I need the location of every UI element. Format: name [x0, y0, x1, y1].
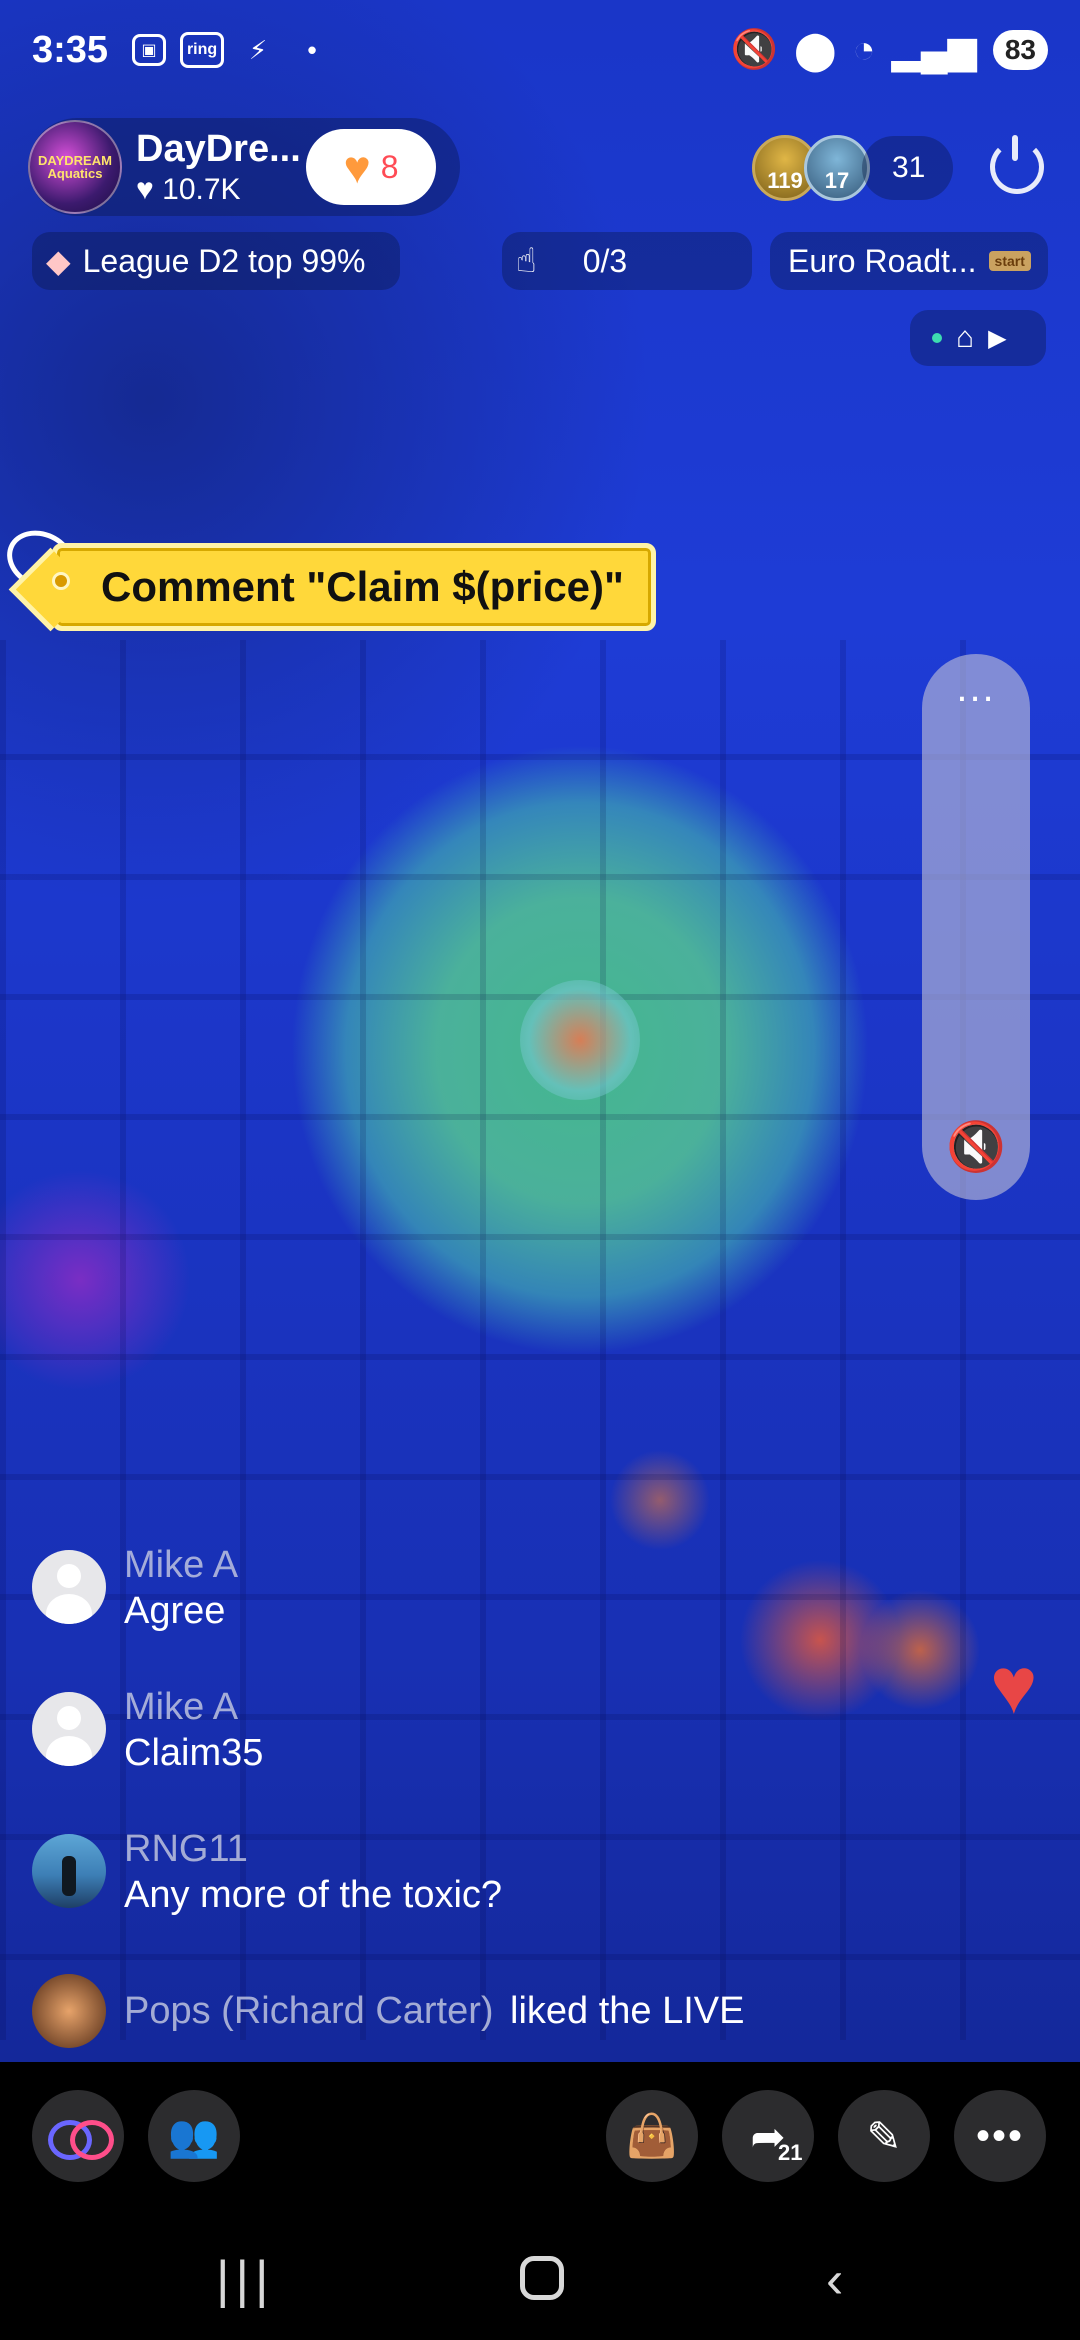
back-icon[interactable]: ‹: [826, 2250, 843, 2310]
mute-status-icon: 🔇: [730, 29, 778, 71]
screenshot-icon: ▣: [132, 34, 167, 66]
diamond-icon: ◆: [46, 243, 71, 279]
comment-body: Mike A Agree: [124, 1542, 238, 1634]
ring-icon: ring: [180, 32, 225, 68]
host-meta: DayDre... ♥ 10.7K: [136, 128, 306, 207]
comment-item[interactable]: RNG11 Any more of the toxic?: [32, 1826, 502, 1918]
comment-item[interactable]: Mike A Agree: [32, 1542, 238, 1634]
comment-body: Mike A Claim35: [124, 1684, 263, 1776]
host-name: DayDre...: [136, 127, 301, 170]
host-likes-row: ♥ 10.7K: [136, 173, 306, 207]
league-chip[interactable]: ◆ League D2 top 99%: [32, 232, 400, 290]
messenger-icon: ⚡: [248, 34, 268, 65]
goal-chip[interactable]: ☝ 0/3: [502, 232, 752, 290]
play-arrow-icon: ▶: [988, 324, 1007, 352]
activity-item[interactable]: Pops (Richard Carter) liked the LIVE: [32, 1974, 745, 2048]
start-sign-icon: start: [988, 251, 1031, 271]
comment-text: Claim35: [124, 1732, 264, 1774]
recents-icon[interactable]: |||: [216, 2250, 275, 2310]
house-icon: ⌂: [956, 321, 975, 354]
floating-heart-icon: ♥: [990, 1641, 1038, 1730]
live-dot-icon: [932, 333, 942, 343]
host-avatar[interactable]: DAYDREAM Aquatics: [28, 120, 122, 214]
viewer-count[interactable]: 31: [862, 136, 954, 200]
shop-button[interactable]: 👜: [606, 2090, 698, 2182]
status-time: 3:35: [32, 28, 109, 71]
share-count: 21: [778, 2140, 803, 2165]
gesture-icon: ☝: [516, 242, 537, 280]
comment-username[interactable]: Mike A: [124, 1684, 263, 1730]
heart-icon: ♥: [136, 172, 154, 206]
claim-tag-text: Comment "Claim $(price)": [101, 563, 624, 610]
people-icon: 👥: [167, 2111, 221, 2159]
goal-progress: 0/3: [582, 242, 628, 279]
signal-icon: ▂▄▆: [891, 29, 977, 72]
more-button[interactable]: •••: [954, 2090, 1046, 2182]
mute-icon[interactable]: 🔇: [946, 1116, 1006, 1176]
side-control-panel[interactable]: ... 🔇: [922, 654, 1030, 1200]
coral-center: [520, 980, 640, 1100]
league-label: League D2 top 99%: [82, 242, 366, 279]
host-info[interactable]: DAYDREAM Aquatics DayDre... ♥ 10.7K ♥ 8: [28, 118, 460, 216]
user-avatar[interactable]: [32, 1834, 106, 1908]
heart-icon: ♥: [343, 141, 371, 193]
tag-hole-icon: [52, 572, 70, 590]
battery-indicator: 83: [992, 30, 1048, 70]
more-icon: •••: [975, 2113, 1024, 2158]
dot-icon: •: [307, 34, 317, 65]
comment-text: Agree: [124, 1590, 226, 1632]
activity-body: Pops (Richard Carter) liked the LIVE: [124, 1988, 745, 2034]
user-avatar[interactable]: [32, 1974, 106, 2048]
comment-item[interactable]: Mike A Claim35: [32, 1684, 263, 1776]
magic-wand-icon: ✎: [866, 2112, 902, 2160]
comment-text: Any more of the toxic?: [124, 1874, 503, 1916]
link-icon: [48, 2116, 114, 2160]
euro-label: Euro Roadt...: [788, 242, 977, 279]
mini-panel-chip[interactable]: ⌂ ▶: [910, 310, 1046, 366]
link-button[interactable]: [32, 2090, 124, 2182]
follow-button[interactable]: ♥ 8: [306, 129, 436, 205]
location-icon: ⬤: [793, 29, 837, 72]
comment-username[interactable]: RNG11: [124, 1826, 502, 1872]
activity-username[interactable]: Pops (Richard Carter): [124, 1990, 494, 2032]
claim-tag: Comment "Claim $(price)": [52, 543, 656, 631]
power-icon[interactable]: [990, 135, 1044, 194]
top-viewers[interactable]: 119 17 31: [752, 130, 954, 206]
status-bar: 3:35 ▣ ring ⚡ • 🔇 ⬤ ◔ ▂▄▆ 83: [0, 0, 1080, 100]
user-avatar[interactable]: [32, 1692, 106, 1766]
host-likes: 10.7K: [162, 172, 241, 206]
user-avatar[interactable]: [32, 1550, 106, 1624]
comment-username[interactable]: Mike A: [124, 1542, 238, 1588]
guests-button[interactable]: 👥: [148, 2090, 240, 2182]
follow-count: 8: [380, 148, 399, 185]
comment-body: RNG11 Any more of the toxic?: [124, 1826, 502, 1918]
more-options-icon[interactable]: ...: [922, 668, 1030, 708]
share-button[interactable]: ➦: [722, 2090, 814, 2182]
wifi-icon: ◔: [852, 28, 876, 71]
shopping-bag-icon: 👜: [625, 2111, 679, 2159]
viewer-badge[interactable]: 17: [804, 135, 870, 201]
activity-text: liked the LIVE: [510, 1990, 745, 2032]
euro-roadtrip-chip[interactable]: Euro Roadt... start: [770, 232, 1048, 290]
home-icon[interactable]: [520, 2256, 564, 2300]
effects-button[interactable]: ✎: [838, 2090, 930, 2182]
